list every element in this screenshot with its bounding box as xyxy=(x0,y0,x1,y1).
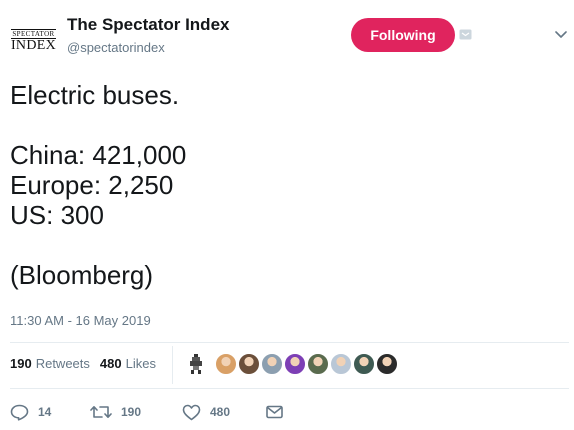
likes-count[interactable]: 480 xyxy=(100,356,122,371)
retweets-count[interactable]: 190 xyxy=(10,356,32,371)
following-button[interactable]: Following xyxy=(351,18,455,52)
liker-4-avatar[interactable] xyxy=(284,353,306,375)
liker-1-avatar[interactable] xyxy=(215,353,237,375)
tweet-stats: 190 Retweets 480 Likes xyxy=(10,356,166,371)
chevron-down-icon[interactable] xyxy=(555,31,567,39)
divider-top xyxy=(10,342,569,343)
liker-2-avatar[interactable] xyxy=(238,353,260,375)
likers-list xyxy=(186,353,399,375)
likes-label[interactable]: Likes xyxy=(126,356,156,371)
account-avatar[interactable]: SPECTATOR INDEX xyxy=(10,26,57,56)
liker-8-avatar[interactable] xyxy=(376,353,398,375)
notification-icon[interactable] xyxy=(459,29,472,40)
avatar-logo-line2: INDEX xyxy=(10,38,57,53)
stats-separator xyxy=(172,346,173,384)
envelope-icon[interactable] xyxy=(266,405,283,419)
liker-6-avatar[interactable] xyxy=(330,353,352,375)
direct-message-action[interactable] xyxy=(266,405,283,419)
account-handle[interactable]: @spectatorindex xyxy=(67,40,165,55)
like-count: 480 xyxy=(210,405,231,419)
heart-icon[interactable] xyxy=(182,404,201,421)
display-name[interactable]: The Spectator Index xyxy=(67,15,229,35)
retweets-label[interactable]: Retweets xyxy=(36,356,90,371)
reply-icon[interactable] xyxy=(10,404,29,421)
tweet-actions: 14 190 480 xyxy=(10,400,283,424)
retweet-action[interactable]: 190 xyxy=(90,404,182,420)
retweet-icon[interactable] xyxy=(90,404,112,420)
like-action[interactable]: 480 xyxy=(182,404,266,421)
reply-action[interactable]: 14 xyxy=(10,404,74,421)
pixel-art-avatar-icon[interactable] xyxy=(186,353,206,375)
liker-7-avatar[interactable] xyxy=(353,353,375,375)
liker-5-avatar[interactable] xyxy=(307,353,329,375)
tweet-text: Electric buses. China: 421,000 Europe: 2… xyxy=(10,80,187,290)
tweet-timestamp[interactable]: 11:30 AM - 16 May 2019 xyxy=(10,313,151,328)
divider-bottom xyxy=(10,388,569,389)
liker-3-avatar[interactable] xyxy=(261,353,283,375)
reply-count: 14 xyxy=(38,405,52,419)
retweet-count: 190 xyxy=(121,405,142,419)
